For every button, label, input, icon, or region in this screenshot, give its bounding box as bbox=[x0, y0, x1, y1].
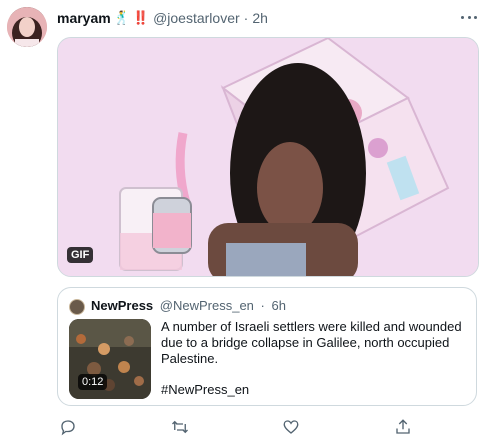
quote-video-thumbnail[interactable]: 0:12 bbox=[69, 319, 151, 399]
quote-author-name[interactable]: NewPress bbox=[91, 298, 153, 313]
reply-icon[interactable] bbox=[59, 418, 79, 438]
quote-header: NewPress @NewPress_en · 6h bbox=[91, 298, 286, 313]
quote-time[interactable]: 6h bbox=[272, 298, 286, 313]
like-icon[interactable] bbox=[282, 418, 302, 438]
quote-hashtag[interactable]: #NewPress_en bbox=[161, 382, 249, 398]
quote-text: A number of Israeli settlers were killed… bbox=[161, 319, 462, 366]
avatar[interactable] bbox=[7, 7, 47, 47]
quote-separator: · bbox=[260, 298, 265, 313]
quoted-tweet[interactable]: NewPress @NewPress_en · 6h 0:12 A number… bbox=[57, 287, 477, 406]
tweet[interactable]: maryam 🕺 ‼️ @joestarlover · 2h GIF NewPr… bbox=[0, 0, 485, 442]
gif-badge: GIF bbox=[67, 247, 94, 263]
handle-separator: · bbox=[243, 10, 249, 26]
video-duration: 0:12 bbox=[78, 374, 108, 390]
tweet-time[interactable]: 2h bbox=[252, 10, 268, 26]
gif-illustration bbox=[58, 38, 478, 276]
author-emoji-dancer: 🕺 bbox=[113, 10, 130, 25]
tweet-gif[interactable]: GIF bbox=[57, 37, 479, 277]
quote-avatar[interactable] bbox=[69, 299, 85, 315]
author-name[interactable]: maryam bbox=[57, 10, 111, 26]
more-icon[interactable] bbox=[461, 10, 477, 24]
author-handle[interactable]: @joestarlover bbox=[153, 10, 240, 26]
tweet-header: maryam 🕺 ‼️ @joestarlover · 2h bbox=[57, 9, 268, 27]
share-icon[interactable] bbox=[394, 418, 414, 438]
retweet-icon[interactable] bbox=[170, 418, 190, 438]
tweet-actions bbox=[57, 418, 477, 438]
author-emoji-exclamation: ‼️ bbox=[132, 10, 150, 25]
quote-author-handle[interactable]: @NewPress_en bbox=[160, 298, 254, 313]
